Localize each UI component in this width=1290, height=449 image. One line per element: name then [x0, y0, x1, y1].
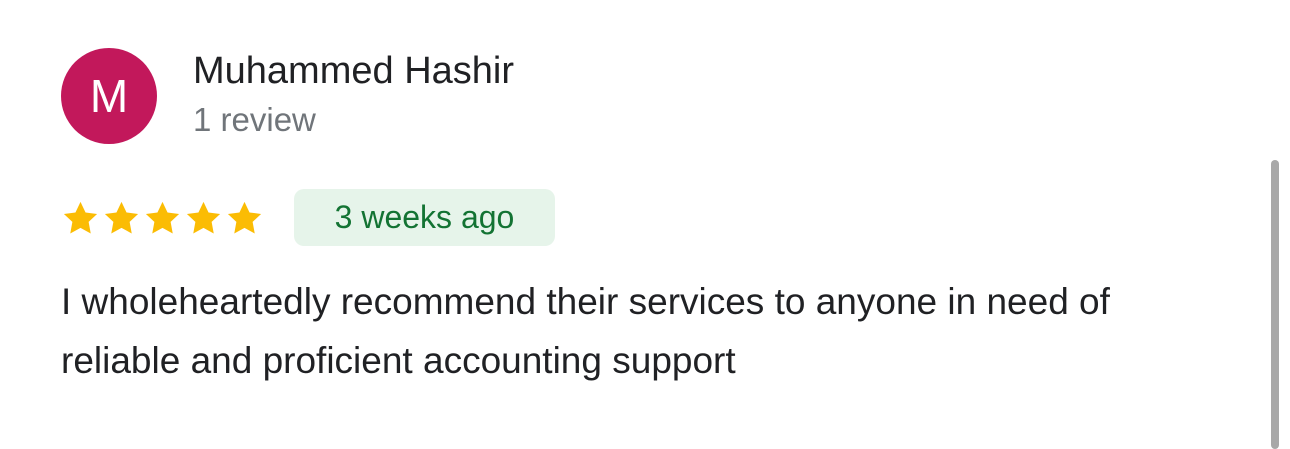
star-icon	[63, 201, 98, 233]
review-card: M Muhammed Hashir 1 review 3 weeks ago I…	[0, 0, 1290, 449]
star-icon	[104, 201, 139, 233]
review-date: 3 weeks ago	[334, 199, 515, 235]
star-icon	[227, 201, 262, 233]
avatar-initial: M	[89, 70, 129, 122]
star-rating	[61, 196, 264, 240]
scrollbar-thumb[interactable]	[1271, 160, 1279, 449]
review-date-badge: 3 weeks ago	[294, 189, 555, 246]
avatar[interactable]: M	[61, 48, 157, 144]
reviewer-name[interactable]: Muhammed Hashir	[193, 50, 514, 93]
star-icon	[145, 201, 180, 233]
review-text: I wholeheartedly recommend their service…	[61, 281, 1110, 381]
star-icon	[186, 201, 221, 233]
review-count: 1 review	[193, 101, 316, 138]
